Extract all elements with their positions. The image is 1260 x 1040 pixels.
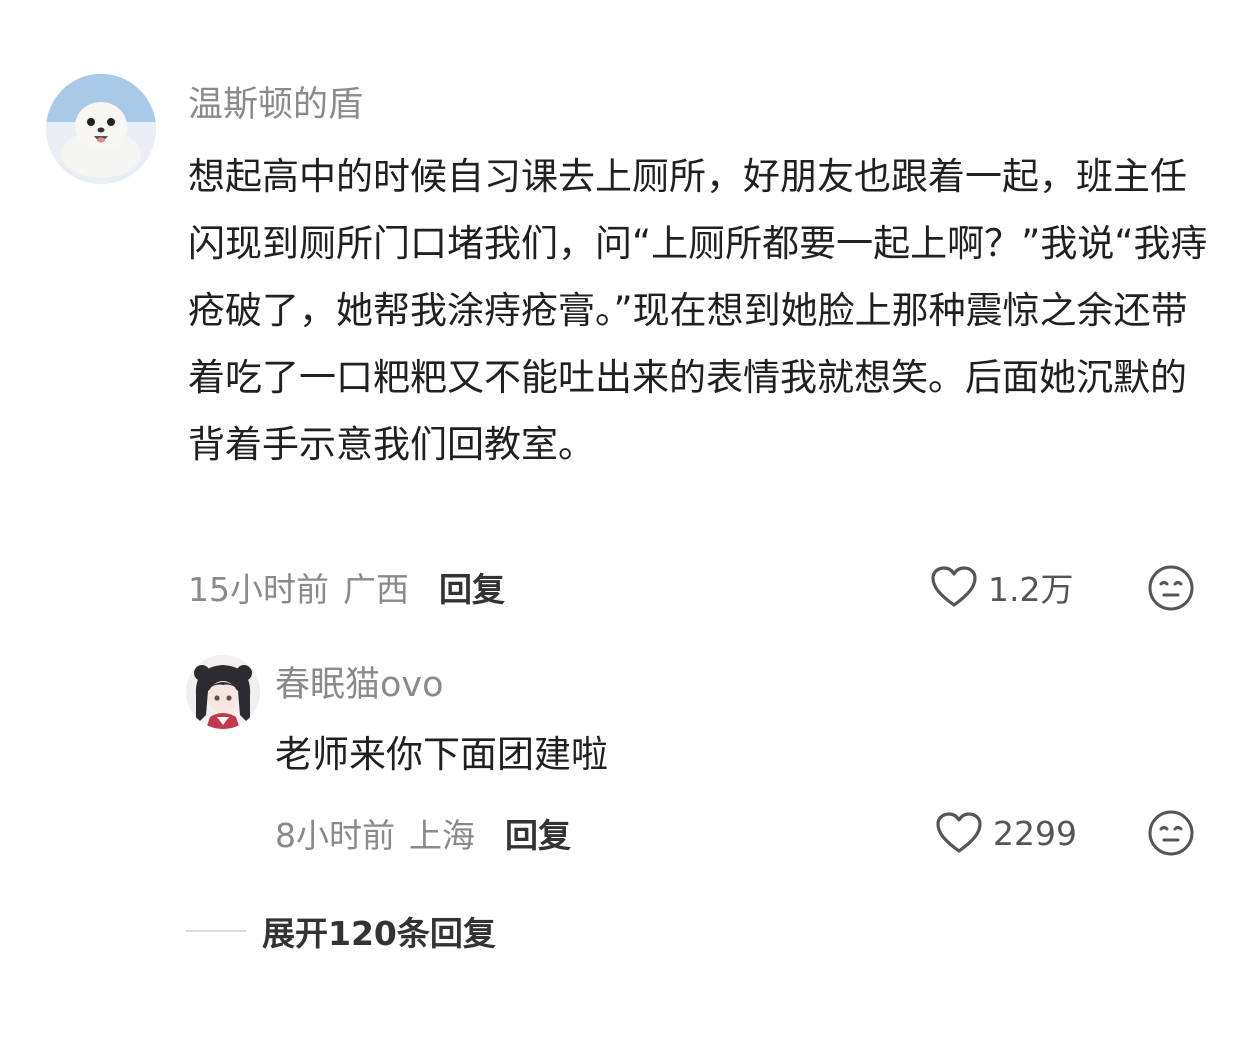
neutral-face-icon (1148, 565, 1194, 611)
seal-icon (46, 74, 156, 184)
user-avatar[interactable] (46, 74, 156, 184)
comment-location: 广西 (343, 570, 409, 609)
reply-like-button[interactable]: 2299 (935, 808, 1077, 858)
like-count: 1.2万 (988, 570, 1074, 609)
comment-time: 15小时前 (188, 570, 329, 609)
reply-reply-button[interactable]: 回复 (505, 809, 571, 857)
anime-girl-icon (186, 655, 260, 729)
like-button[interactable]: 1.2万 (930, 562, 1073, 612)
reply-emoji-reaction-button[interactable] (1146, 808, 1196, 858)
heart-icon (936, 812, 982, 853)
reply-user-avatar[interactable] (186, 655, 260, 729)
comment-meta: 15小时前 广西 回复 (188, 562, 505, 612)
emoji-reaction-button[interactable] (1146, 563, 1196, 613)
expand-divider (186, 930, 246, 932)
username[interactable]: 温斯顿的盾 (188, 80, 363, 130)
reply-like-count: 2299 (993, 813, 1077, 853)
reply-text: 老师来你下面团建啦 (275, 733, 608, 776)
comment-text: 想起高中的时候自习课去上厕所，好朋友也跟着一起，班主任闪现到厕所门口堵我们，问“… (188, 155, 1208, 466)
reply-button[interactable]: 回复 (439, 563, 505, 611)
reply-username[interactable]: 春眠猫ovo (275, 660, 444, 710)
expand-replies-label: 展开120条回复 (262, 914, 496, 953)
reply-meta: 8小时前 上海 回复 (275, 808, 571, 858)
heart-icon (931, 566, 977, 607)
reply-location: 上海 (409, 816, 475, 855)
reply-time: 8小时前 (275, 816, 395, 855)
neutral-face-icon (1148, 810, 1194, 856)
expand-replies-button[interactable]: 展开120条回复 (186, 905, 496, 957)
